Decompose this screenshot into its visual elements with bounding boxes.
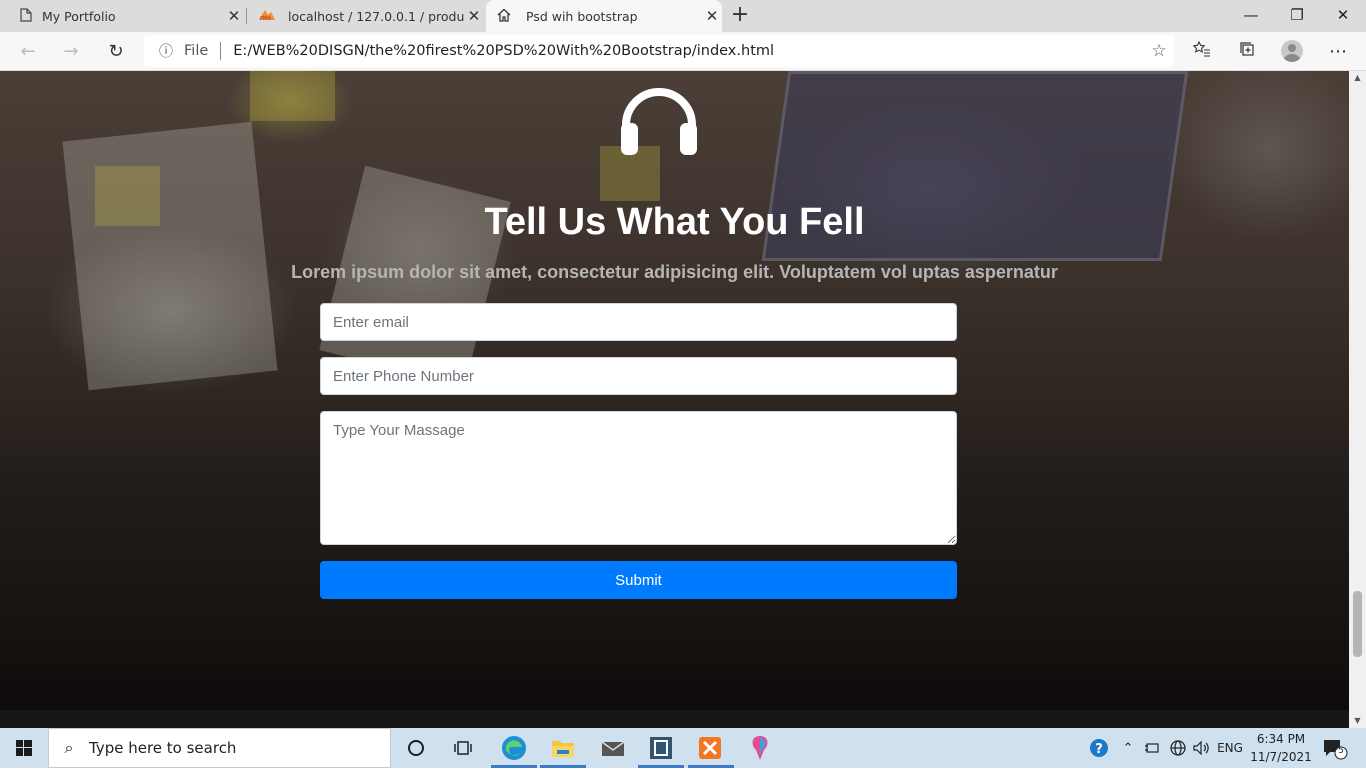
page-footer-band	[0, 710, 1349, 728]
page-viewport: Tell Us What You Fell Lorem ipsum dolor …	[0, 71, 1349, 710]
favorites-icon[interactable]	[1190, 40, 1214, 64]
clock-date: 11/7/2021	[1250, 750, 1312, 764]
tab-divider	[246, 8, 247, 24]
page-scrollbar[interactable]: ▲ ▼	[1349, 71, 1366, 728]
scheme-label: File	[184, 43, 209, 59]
notification-center-icon[interactable]: 5	[1322, 738, 1348, 760]
help-icon[interactable]: ?	[1087, 728, 1111, 768]
star-icon[interactable]: ☆	[1144, 41, 1174, 61]
address-divider	[220, 42, 222, 60]
volume-icon[interactable]	[1190, 728, 1214, 768]
search-placeholder: Type here to search	[89, 739, 237, 757]
url-text[interactable]: E:/WEB%20DISGN/the%20firest%20PSD%20With…	[233, 43, 1144, 59]
background-paper	[62, 121, 278, 391]
phpmyadmin-icon: PMA	[248, 9, 278, 24]
scroll-down-arrow[interactable]: ▼	[1349, 714, 1366, 728]
browser-toolbar: ← → ↻ ⓘ File E:/WEB%20DISGN/the%20firest…	[0, 32, 1366, 71]
windows-icon	[16, 740, 32, 756]
mail-icon[interactable]	[597, 732, 629, 764]
collections-icon[interactable]	[1235, 40, 1259, 64]
back-button[interactable]: ←	[14, 38, 42, 66]
taskbar-search[interactable]: ⌕ Type here to search	[48, 728, 391, 768]
clock-time: 6:34 PM	[1256, 732, 1306, 746]
close-icon[interactable]: ✕	[464, 7, 484, 25]
tab-psd-bootstrap[interactable]: Psd wih bootstrap ✕	[486, 0, 722, 32]
notification-count: 5	[1338, 746, 1344, 756]
page-icon	[8, 7, 32, 25]
restore-button[interactable]: ❐	[1274, 0, 1320, 32]
home-icon	[486, 8, 516, 25]
headphones-icon	[621, 88, 697, 155]
new-tab-button[interactable]: +	[728, 4, 752, 28]
minimize-button[interactable]: —	[1228, 0, 1274, 32]
background-sticky-note	[250, 71, 335, 121]
section-subtitle: Lorem ipsum dolor sit amet, consectetur …	[291, 262, 1058, 282]
close-window-button[interactable]: ✕	[1320, 0, 1366, 32]
language-indicator[interactable]: ENG	[1214, 728, 1246, 768]
cortana-icon[interactable]	[400, 732, 432, 764]
profile-avatar[interactable]	[1281, 40, 1303, 62]
info-icon[interactable]: ⓘ	[156, 41, 176, 61]
windows-taskbar: ⌕ Type here to search ? ⌃ ENG 6:34 PM 11…	[0, 728, 1366, 768]
xampp-icon[interactable]	[694, 732, 726, 764]
edge-browser-icon[interactable]	[498, 732, 530, 764]
code-editor-icon[interactable]	[645, 732, 677, 764]
system-clock[interactable]: 6:34 PM 11/7/2021	[1250, 730, 1312, 766]
chevron-up-icon[interactable]: ⌃	[1118, 728, 1138, 768]
paint-app-icon[interactable]	[744, 732, 776, 764]
tab-my-portfolio[interactable]: My Portfolio ✕	[8, 0, 244, 32]
scroll-thumb[interactable]	[1353, 591, 1362, 657]
refresh-button[interactable]: ↻	[102, 38, 130, 66]
address-bar[interactable]: ⓘ File E:/WEB%20DISGN/the%20firest%20PSD…	[144, 35, 1174, 67]
message-textarea[interactable]	[320, 411, 957, 545]
email-field[interactable]	[320, 303, 957, 341]
svg-text:?: ?	[1095, 742, 1103, 757]
submit-button[interactable]: Submit	[320, 561, 957, 599]
device-icon[interactable]	[1140, 728, 1164, 768]
section-title: Tell Us What You Fell	[484, 201, 865, 243]
tab-title: My Portfolio	[42, 8, 116, 24]
scroll-up-arrow[interactable]: ▲	[1349, 71, 1366, 85]
task-view-icon[interactable]	[447, 732, 479, 764]
close-icon[interactable]: ✕	[224, 7, 244, 25]
more-icon[interactable]: ⋯	[1326, 40, 1350, 64]
tab-title: localhost / 127.0.0.1 / product | p	[288, 8, 464, 24]
file-explorer-icon[interactable]	[547, 732, 579, 764]
globe-icon[interactable]	[1166, 728, 1190, 768]
start-button[interactable]	[0, 728, 48, 768]
tab-title: Psd wih bootstrap	[526, 8, 638, 24]
search-icon: ⌕	[64, 738, 74, 757]
svg-text:PMA: PMA	[260, 16, 271, 21]
tab-phpmyadmin[interactable]: PMA localhost / 127.0.0.1 / product | p …	[248, 0, 484, 32]
forward-button[interactable]: →	[57, 38, 85, 66]
tab-strip: My Portfolio ✕ PMA localhost / 127.0.0.1…	[0, 0, 1366, 32]
close-icon[interactable]: ✕	[702, 7, 722, 25]
phone-field[interactable]	[320, 357, 957, 395]
